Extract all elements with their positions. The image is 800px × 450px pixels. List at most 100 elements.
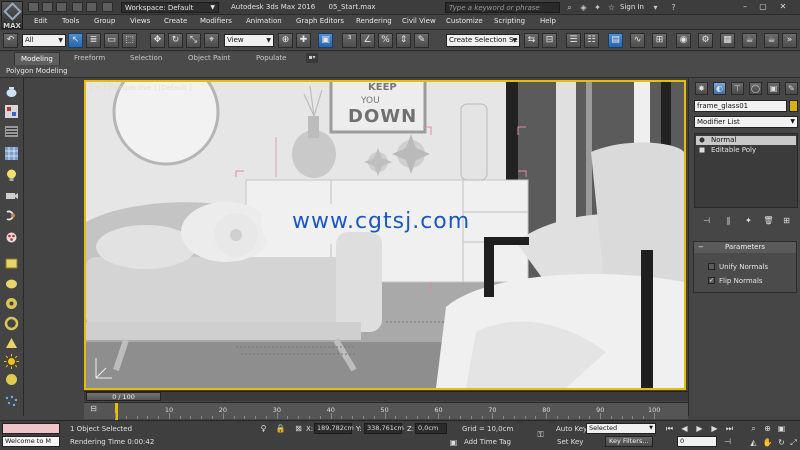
menu-civil-view[interactable]: Civil View [402, 15, 436, 28]
material-icon[interactable] [4, 104, 19, 119]
tab-selection[interactable]: Selection [130, 52, 162, 65]
pin-stack-icon[interactable]: ⊣ [701, 215, 712, 226]
application-menu-button[interactable]: MAX [1, 1, 23, 30]
pivot-center-button[interactable]: ⊕ [278, 33, 293, 48]
menu-help[interactable]: Help [540, 15, 556, 28]
toggle-scene-explorer-button[interactable]: ☰ [566, 33, 581, 48]
save-file-icon[interactable] [56, 2, 67, 12]
field-of-view-icon[interactable]: ◭ [748, 437, 759, 448]
key-icon[interactable]: ⚿ [535, 429, 546, 440]
keyboard-shortcut-override-button[interactable]: ▣ [318, 33, 333, 48]
stack-item-normal[interactable]: Normal [696, 136, 796, 145]
tab-object-paint[interactable]: Object Paint [188, 52, 230, 65]
select-by-name-button[interactable]: ≣ [86, 33, 101, 48]
menu-edit[interactable]: Edit [34, 15, 48, 28]
sphere-icon[interactable] [4, 372, 19, 387]
communication-center-icon[interactable]: ✦ [592, 2, 603, 13]
redo-icon[interactable] [86, 2, 97, 12]
viewport-label[interactable]: [ + ] [Perspective ] [Default ] [90, 84, 192, 92]
angle-snap-button[interactable]: ∠ [360, 33, 375, 48]
material-editor-button[interactable]: ◉ [676, 33, 691, 48]
explorer-icon[interactable] [4, 124, 19, 139]
make-unique-icon[interactable]: ✦ [743, 215, 754, 226]
toggle-layer-explorer-button[interactable]: ☷ [584, 33, 599, 48]
parameters-rollout-header[interactable]: − Parameters [694, 242, 796, 253]
flip-normals-checkbox[interactable]: ✓ Flip Normals [708, 276, 763, 286]
rotate-button[interactable]: ↻ [168, 33, 183, 48]
percent-snap-button[interactable]: % [378, 33, 393, 48]
stack-item-editable-poly[interactable]: Editable Poly [696, 146, 796, 155]
utilities-tab-icon[interactable]: ✎ [785, 82, 798, 95]
place-button[interactable]: ⌖ [204, 33, 219, 48]
orbit-icon[interactable]: ↻ [776, 437, 787, 448]
teapot-icon[interactable] [4, 84, 19, 99]
menu-create[interactable]: Create [164, 15, 187, 28]
snaps-toggle-button[interactable]: ³ [342, 33, 357, 48]
schematic-view-button[interactable]: ⊞ [652, 33, 667, 48]
object-color-swatch[interactable] [789, 100, 798, 112]
help-icon[interactable]: ? [668, 2, 679, 13]
display-tab-icon[interactable]: ▣ [767, 82, 780, 95]
previous-frame-icon[interactable]: ◀ [679, 423, 690, 434]
time-slider-thumb[interactable]: 0 / 100 [86, 392, 161, 401]
edit-named-selection-button[interactable]: ✎ [414, 33, 429, 48]
auto-key-button[interactable]: Auto Key [556, 424, 587, 434]
modify-tab-icon[interactable]: ◐ [713, 82, 726, 95]
cone-icon[interactable] [4, 336, 19, 351]
camera-icon[interactable] [4, 188, 19, 203]
project-folder-icon[interactable] [102, 2, 113, 12]
move-button[interactable]: ✥ [150, 33, 165, 48]
toggle-ribbon-button[interactable]: ▤ [608, 33, 623, 48]
menu-graph-editors[interactable]: Graph Editors [296, 15, 344, 28]
render-setup-button[interactable]: ⚙ [698, 33, 713, 48]
curve-editor-button[interactable]: ∿ [630, 33, 645, 48]
time-slider[interactable]: 0 / 100 [84, 391, 688, 401]
render-production-button[interactable]: ☕ [742, 33, 757, 48]
pan-icon[interactable]: ✋ [762, 437, 773, 448]
undo-icon[interactable] [72, 2, 83, 12]
isolate-selection-icon[interactable]: ♀ [258, 423, 269, 434]
motion-tab-icon[interactable]: ◯ [749, 82, 762, 95]
new-file-icon[interactable] [28, 2, 39, 12]
tab-freeform[interactable]: Freeform [74, 52, 105, 65]
show-end-result-icon[interactable]: ∥ [723, 215, 734, 226]
modifier-list-dropdown[interactable]: Modifier List ▼ [694, 116, 798, 128]
rendered-frame-window-button[interactable]: ▦ [720, 33, 735, 48]
maximize-viewport-icon[interactable]: ⤢ [788, 437, 799, 448]
particle-icon[interactable] [4, 394, 19, 409]
menu-modifiers[interactable]: Modifiers [200, 15, 232, 28]
workspace-dropdown[interactable]: Workspace: Default ▼ [121, 2, 219, 13]
spinner-snap-button[interactable]: ⇕ [396, 33, 411, 48]
binoculars-icon[interactable]: ⌕ [564, 2, 575, 13]
set-key-button[interactable]: Set Key [557, 437, 583, 447]
space-warp-icon[interactable] [4, 230, 19, 245]
maxscript-listener-input[interactable]: Welcome to M [2, 436, 60, 447]
object-name-field[interactable]: frame_glass01 [694, 100, 787, 112]
expand-icon[interactable] [699, 147, 705, 153]
select-manipulate-button[interactable]: ✚ [296, 33, 311, 48]
menu-views[interactable]: Views [130, 15, 150, 28]
current-frame-field[interactable]: 0 [677, 436, 717, 447]
add-time-tag-button[interactable]: Add Time Tag [464, 437, 511, 447]
maxscript-listener-output[interactable] [2, 423, 60, 434]
tab-modeling[interactable]: Modeling [14, 52, 60, 65]
mini-curve-editor-icon[interactable]: ⊟ [88, 403, 99, 414]
unify-normals-checkbox[interactable]: Unify Normals [708, 262, 768, 272]
lock-selection-icon[interactable]: 🔒 [275, 423, 286, 434]
tab-populate[interactable]: Populate [256, 52, 286, 65]
light-bulb-icon[interactable] [4, 168, 19, 183]
configure-modifier-sets-icon[interactable]: ⊞ [781, 215, 792, 226]
key-mode-toggle-icon[interactable]: ⊣ [722, 436, 733, 447]
light-bulb-icon[interactable] [699, 137, 705, 143]
maximize-icon[interactable]: ▢ [756, 1, 770, 13]
menu-tools[interactable]: Tools [62, 15, 79, 28]
align-button[interactable]: ⊟ [542, 33, 557, 48]
menu-rendering[interactable]: Rendering [356, 15, 392, 28]
search-input[interactable]: Type a keyword or phrase [445, 2, 560, 13]
next-frame-icon[interactable]: ▶ [709, 423, 720, 434]
track-bar[interactable]: 0102030405060708090100 [84, 402, 688, 420]
zoom-all-icon[interactable]: ⊕ [762, 423, 773, 434]
ribbon-options-button[interactable]: ▪▾ [306, 53, 318, 63]
grid-icon[interactable] [4, 146, 19, 161]
zoom-icon[interactable]: ⌕ [748, 423, 759, 434]
